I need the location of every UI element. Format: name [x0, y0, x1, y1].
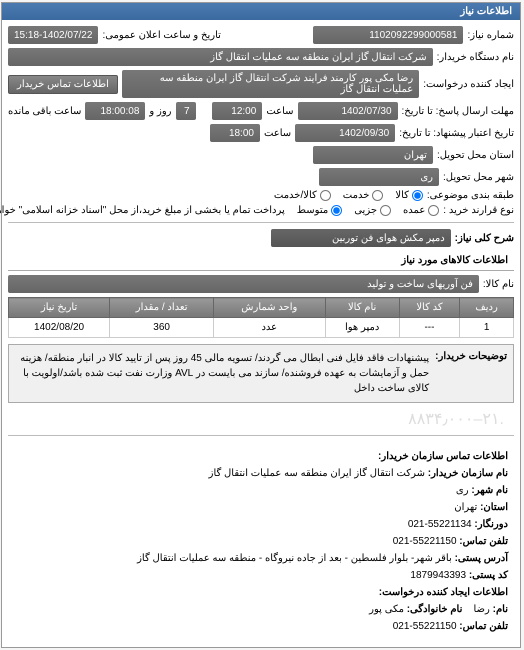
category-goods-label: کالا	[396, 190, 410, 201]
col-date: تاریخ نیاز	[10, 298, 111, 318]
buyer-org-label: نام دستگاه خریدار:	[438, 52, 515, 63]
deadline-date-value: 1402/07/30	[299, 102, 399, 120]
city-label: شهر محل تحویل:	[444, 172, 515, 183]
remain-day-word: روز و	[150, 106, 172, 117]
panel-title: اطلاعات نیاز	[3, 3, 521, 20]
validity-date-value: 1402/09/30	[296, 124, 396, 142]
contact-org-label: نام سازمان خریدار:	[429, 468, 509, 479]
category-service-label: خدمت	[344, 190, 371, 201]
col-qty: تعداد / مقدار	[111, 298, 215, 318]
contact-prov-value: تهران	[455, 502, 478, 513]
contract-note: پرداخت تمام یا بخشی از مبلغ خرید،از محل …	[0, 205, 286, 216]
buyer-contact-button[interactable]: اطلاعات تماس خریدار	[9, 75, 119, 94]
contract-average-label: متوسط	[298, 205, 329, 216]
contact-ctel-label: تلفن تماس:	[460, 621, 509, 632]
contact-org-value: شرکت انتقال گاز ایران منطقه سه عملیات ان…	[210, 468, 426, 479]
contract-large-label: عمده	[404, 205, 426, 216]
validity-time-value: 18:00	[211, 124, 261, 142]
public-dt-label: تاریخ و ساعت اعلان عمومی:	[103, 30, 222, 41]
city-value: ری	[320, 168, 440, 186]
requester-info-title: اطلاعات ایجاد کننده درخواست:	[380, 587, 509, 598]
contract-average-radio[interactable]	[332, 205, 343, 216]
category-service-radio[interactable]	[373, 190, 384, 201]
contract-large-radio[interactable]	[429, 205, 440, 216]
goods-name-label: نام کالا:	[484, 279, 515, 290]
contact-lname-value: مکی پور	[370, 604, 405, 615]
public-date-value: 1402/07/22 - 15:18	[9, 26, 99, 44]
separator-2	[9, 435, 515, 436]
col-name: نام کالا	[326, 298, 400, 318]
contract-small-radio[interactable]	[381, 205, 392, 216]
cell-row: 1	[461, 318, 515, 338]
contact-fax-label: دورنگار:	[475, 519, 509, 530]
buyer-org-value: شرکت انتقال گاز ایران منطقه سه عملیات ان…	[9, 48, 434, 66]
contact-addr-label: آدرس پستی:	[456, 553, 509, 564]
contact-ctel-value: 55221150-021	[394, 621, 458, 632]
table-row: 1 --- دمپر هوا عدد 360 1402/08/20	[10, 318, 515, 338]
cell-code: ---	[400, 318, 460, 338]
remain-label: ساعت باقی مانده	[9, 106, 82, 117]
watermark-text: .۲۱–۸۸۳۴٫۰۰۰	[9, 409, 515, 429]
contact-fax-value: 55221134-021	[409, 519, 473, 530]
remain-time-value: 18:00:08	[86, 102, 146, 120]
category-service-option[interactable]: خدمت	[344, 190, 385, 201]
col-unit: واحد شمارش	[215, 298, 326, 318]
contact-name-label: نام:	[494, 604, 509, 615]
cell-unit: عدد	[215, 318, 326, 338]
contact-addr-value: باقر شهر- بلوار فلسطین - بعد از جاده نیر…	[138, 553, 453, 564]
deadline-time-word: ساعت	[267, 106, 294, 117]
contract-label: نوع قرارند خرید :	[444, 205, 515, 216]
deadline-label: مهلت ارسال پاسخ: تا تاریخ:	[403, 106, 515, 117]
contract-average-option[interactable]: متوسط	[298, 205, 343, 216]
goods-info-title: اطلاعات کالاهای مورد نیاز	[9, 251, 515, 271]
category-both-label: کالا/خدمت	[275, 190, 318, 201]
requester-label: ایجاد کننده درخواست:	[424, 79, 515, 90]
contact-name-value: رضا	[474, 604, 490, 615]
category-label: طبقه بندی موضوعی:	[428, 190, 515, 201]
cell-name: دمپر هوا	[326, 318, 400, 338]
contact-city-label: نام شهر:	[472, 485, 509, 496]
contract-small-label: جزیی	[355, 205, 378, 216]
province-label: استان محل تحویل:	[438, 150, 515, 161]
need-no-value: 1102092299000581	[314, 26, 464, 44]
category-goods-radio[interactable]	[413, 190, 424, 201]
category-goods-option[interactable]: کالا	[396, 190, 424, 201]
buyer-notes-box: توضیحات خریدار: پیشنهادات فاقد فایل فنی …	[9, 344, 515, 403]
contact-tel-value: 55221150-021	[394, 536, 458, 547]
buyer-notes-label: توضیحات خریدار:	[436, 351, 508, 396]
province-value: تهران	[314, 146, 434, 164]
col-row: ردیف	[461, 298, 515, 318]
buyer-notes-text: پیشنهادات فاقد فایل فنی ابطال می گردند/ …	[16, 351, 430, 396]
contract-large-option[interactable]: عمده	[404, 205, 440, 216]
contact-prov-label: استان:	[481, 502, 509, 513]
need-title-value: دمپر مکش هوای فن توربین	[272, 229, 452, 247]
category-radio-group: کالا خدمت کالا/خدمت	[275, 190, 424, 201]
cell-qty: 360	[111, 318, 215, 338]
separator	[9, 222, 515, 223]
cell-date: 1402/08/20	[10, 318, 111, 338]
goods-name-value: فن آوریهای ساخت و تولید	[9, 275, 480, 293]
need-info-panel: اطلاعات نیاز شماره نیاز: 110209229900058…	[2, 2, 522, 648]
goods-table: ردیف کد کالا نام کالا واحد شمارش تعداد /…	[9, 297, 515, 338]
contract-small-option[interactable]: جزیی	[355, 205, 392, 216]
category-both-option[interactable]: کالا/خدمت	[275, 190, 332, 201]
contact-tel-label: تلفن تماس:	[460, 536, 509, 547]
validity-label: تاریخ اعتبار پیشنهاد: تا تاریخ:	[400, 128, 515, 139]
contact-lname-label: نام خانوادگی:	[408, 604, 464, 615]
deadline-time-value: 12:00	[213, 102, 263, 120]
contact-city-value: ری	[457, 485, 470, 496]
contact-title: اطلاعات تماس سازمان خریدار:	[379, 451, 509, 462]
category-both-radio[interactable]	[321, 190, 332, 201]
panel-body: شماره نیاز: 1102092299000581 تاریخ و ساع…	[3, 20, 521, 647]
col-code: کد کالا	[400, 298, 460, 318]
remain-days-value: 7	[177, 102, 197, 120]
need-title-label: شرح کلی نیاز:	[456, 233, 515, 244]
buyer-contact-block: اطلاعات تماس سازمان خریدار: نام سازمان خ…	[9, 442, 515, 641]
contract-radio-group: عمده جزیی متوسط	[298, 205, 441, 216]
validity-time-word: ساعت	[265, 128, 292, 139]
requester-value: رضا مکی پور کارمند فرایند شرکت انتقال گا…	[123, 70, 420, 98]
need-no-label: شماره نیاز:	[468, 30, 515, 41]
